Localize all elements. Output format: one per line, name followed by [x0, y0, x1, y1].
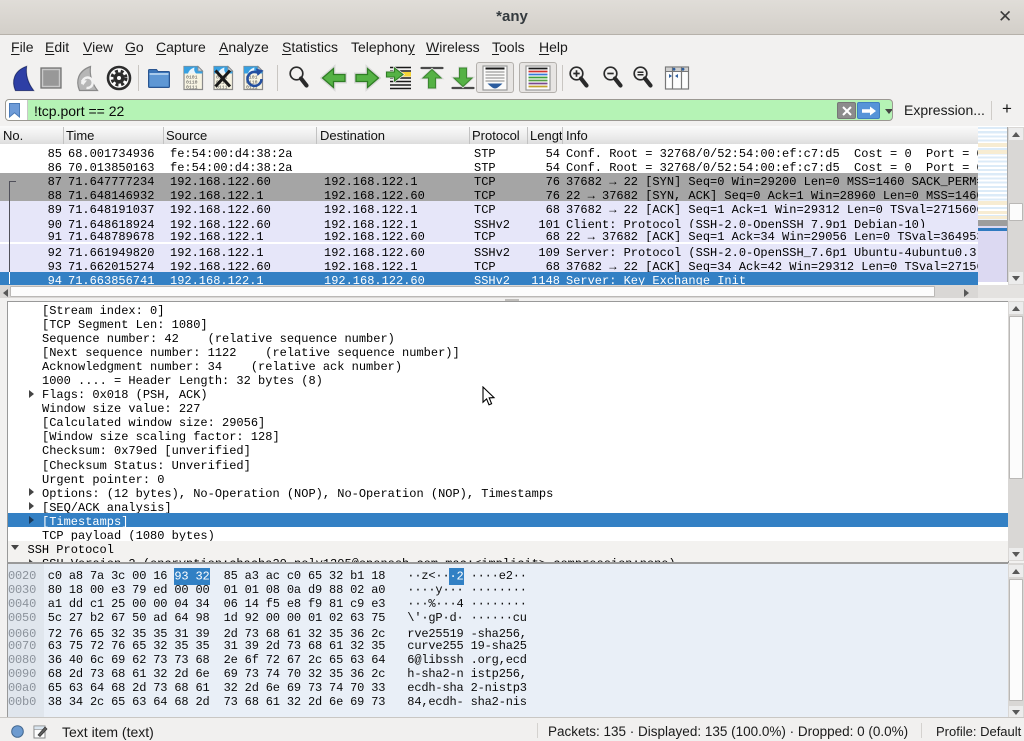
svg-text:0111: 0111	[186, 85, 198, 91]
